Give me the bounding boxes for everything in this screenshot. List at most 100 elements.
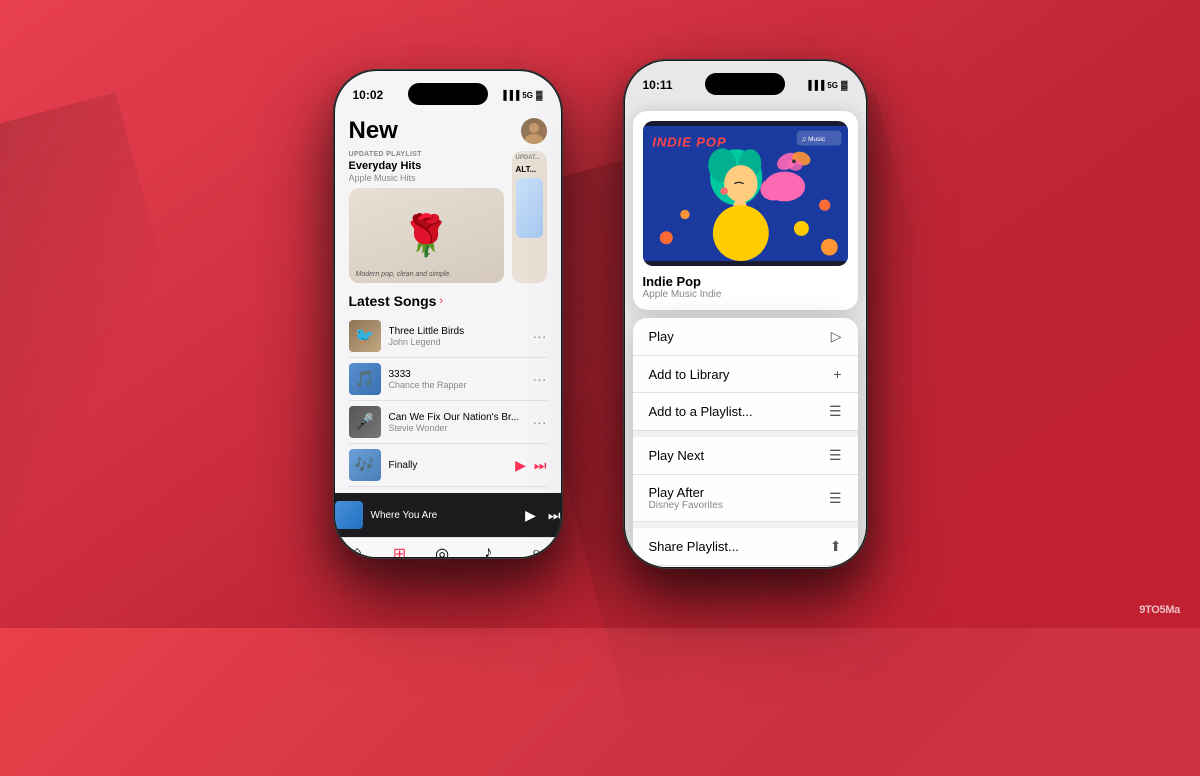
song-title-4: Finally	[389, 460, 508, 471]
song-item-3[interactable]: 🎤 Can We Fix Our Nation's Br... Stevie W…	[349, 401, 547, 444]
dynamic-island-1	[408, 83, 488, 105]
phone1-content: New UPDATED PLAYLIST Everyday Hits Apple…	[335, 117, 561, 487]
indie-pop-art-svg: INDIE POP ♫ Music	[643, 121, 848, 266]
tab-new[interactable]: ⊞ New	[393, 544, 407, 557]
playlist-image-2	[516, 178, 543, 238]
latest-songs-title: Latest Songs	[349, 293, 437, 309]
song-thumb-3: 🎤	[349, 406, 381, 438]
menu-play-after-label: Play After	[649, 485, 723, 500]
menu-item-play-after[interactable]: Play After Disney Favorites ☰	[633, 475, 858, 522]
tab-home[interactable]: ⌂ Home	[348, 544, 367, 557]
playlist-card-2[interactable]: UPDAT... ALT...	[512, 151, 547, 283]
phone2-signal-icon: ▐▐▐	[805, 80, 824, 90]
phone2-screen: 10:11 ▐▐▐ 5G ▓	[625, 61, 866, 567]
play-pause-button[interactable]: ▶	[525, 507, 536, 524]
playlist-sub-1: Apple Music Hits	[349, 173, 504, 183]
playlist-add-icon: ☰	[829, 403, 842, 420]
song-item-1[interactable]: 🐦 Three Little Birds John Legend ···	[349, 315, 547, 358]
song-title-1: Three Little Birds	[389, 326, 525, 337]
now-playing-bar[interactable]: Where You Are ▶ ⏭	[335, 493, 561, 537]
album-card: INDIE POP ♫ Music Indie Pop Apple Music …	[633, 111, 858, 310]
play-button-mini[interactable]: ▶	[515, 457, 526, 474]
phone2-status-bar: 10:11 ▐▐▐ 5G ▓	[625, 61, 866, 103]
new-icon: ⊞	[393, 544, 406, 557]
skip-button[interactable]: ⏭	[548, 507, 561, 524]
playlist-title-1: Everyday Hits	[349, 160, 504, 172]
menu-item-share[interactable]: Share Playlist... ⬆	[633, 528, 858, 566]
phone2-battery-icon: ▓	[841, 80, 848, 90]
battery-icon: ▓	[536, 90, 543, 100]
song-info-1: Three Little Birds John Legend	[389, 326, 525, 347]
latest-songs-header: Latest Songs ›	[349, 293, 547, 309]
page-title: New	[349, 117, 398, 145]
search-icon: ⌕	[532, 544, 541, 557]
skip-forward-icon[interactable]: ⏭	[534, 457, 547, 474]
now-playing-thumb	[335, 501, 363, 529]
menu-item-add-playlist[interactable]: Add to a Playlist... ☰	[633, 393, 858, 431]
song-item-2[interactable]: 🎵 3333 Chance the Rapper ···	[349, 358, 547, 401]
phone1-time: 10:02	[353, 88, 384, 102]
playlist-label-1: UPDATED PLAYLIST	[349, 151, 504, 158]
tab-search[interactable]: ⌕ Search	[525, 544, 547, 557]
menu-add-playlist-label: Add to a Playlist...	[649, 404, 753, 419]
tab-library[interactable]: ♪ Library	[477, 544, 498, 557]
svg-text:♫ Music: ♫ Music	[801, 136, 825, 143]
wifi-icon: 5G	[522, 91, 533, 100]
watermark: 9TO5Ma	[1139, 604, 1180, 616]
playlist-cards: UPDATED PLAYLIST Everyday Hits Apple Mus…	[349, 151, 547, 283]
now-playing-title: Where You Are	[371, 510, 518, 521]
svg-text:INDIE POP: INDIE POP	[652, 134, 726, 149]
song-thumb-1: 🐦	[349, 320, 381, 352]
playlist-label-2: UPDAT...	[512, 151, 547, 165]
play-controls: ▶ ⏭	[525, 507, 560, 524]
menu-play-next-label: Play Next	[649, 448, 705, 463]
share-icon: ⬆	[830, 538, 842, 555]
song-artist-3: Stevie Wonder	[389, 423, 525, 433]
menu-play-after-sub: Disney Favorites	[649, 500, 723, 511]
menu-item-add-library[interactable]: Add to Library +	[633, 356, 858, 393]
phone2-status-icons: ▐▐▐ 5G ▓	[805, 80, 847, 90]
home-icon: ⌂	[352, 544, 362, 557]
menu-play-label: Play	[649, 329, 674, 344]
menu-item-play[interactable]: Play ▷	[633, 318, 858, 356]
more-button-3[interactable]: ···	[533, 414, 547, 430]
phone2-time: 10:11	[643, 78, 673, 92]
song-info-3: Can We Fix Our Nation's Br... Stevie Won…	[389, 412, 525, 433]
context-menu: Play ▷ Add to Library + Add to a Playlis…	[633, 318, 858, 567]
add-icon: +	[833, 366, 841, 382]
menu-item-favorite[interactable]: Favorite ☆	[633, 566, 858, 567]
menu-share-label: Share Playlist...	[649, 539, 739, 554]
menu-item-play-next[interactable]: Play Next ☰	[633, 437, 858, 475]
album-info: Indie Pop Apple Music Indie	[643, 274, 848, 300]
tab-radio[interactable]: ◎ Radio	[433, 544, 451, 557]
song-artist-1: John Legend	[389, 337, 525, 347]
play-icon: ▷	[831, 328, 842, 345]
album-title: Indie Pop	[643, 274, 848, 289]
more-button-2[interactable]: ···	[533, 371, 547, 387]
tab-bar: ⌂ Home ⊞ New ◎ Radio ♪ Library ⌕ Searc	[335, 537, 561, 557]
song-title-3: Can We Fix Our Nation's Br...	[389, 412, 525, 423]
phone1-status-icons: ▐▐▐ 5G ▓	[500, 90, 542, 100]
song-artist-2: Chance the Rapper	[389, 380, 525, 390]
phone1: 10:02 ▐▐▐ 5G ▓ New	[333, 69, 563, 559]
song-title-2: 3333	[389, 369, 525, 380]
new-header: New	[349, 117, 547, 145]
song-item-4[interactable]: 🎶 Finally ▶ ⏭	[349, 444, 547, 487]
menu-play-after-info: Play After Disney Favorites	[649, 485, 723, 511]
song-thumb-2: 🎵	[349, 363, 381, 395]
avatar[interactable]	[521, 118, 547, 144]
radio-icon: ◎	[435, 544, 449, 557]
more-button-1[interactable]: ···	[533, 328, 547, 344]
play-next-icon: ☰	[829, 447, 842, 464]
playlist-card-1[interactable]: UPDATED PLAYLIST Everyday Hits Apple Mus…	[349, 151, 504, 283]
library-icon: ♪	[484, 544, 492, 557]
signal-icon: ▐▐▐	[500, 90, 519, 100]
song-thumb-4: 🎶	[349, 449, 381, 481]
song-info-4: Finally	[389, 460, 508, 471]
see-all-arrow[interactable]: ›	[439, 295, 443, 307]
menu-add-library-label: Add to Library	[649, 367, 730, 382]
phones-container: 10:02 ▐▐▐ 5G ▓ New	[333, 59, 868, 569]
card-caption: Modern pop, clean and simple.	[356, 271, 452, 278]
context-menu-container: INDIE POP ♫ Music Indie Pop Apple Music …	[633, 111, 858, 567]
album-subtitle: Apple Music Indie	[643, 289, 848, 300]
